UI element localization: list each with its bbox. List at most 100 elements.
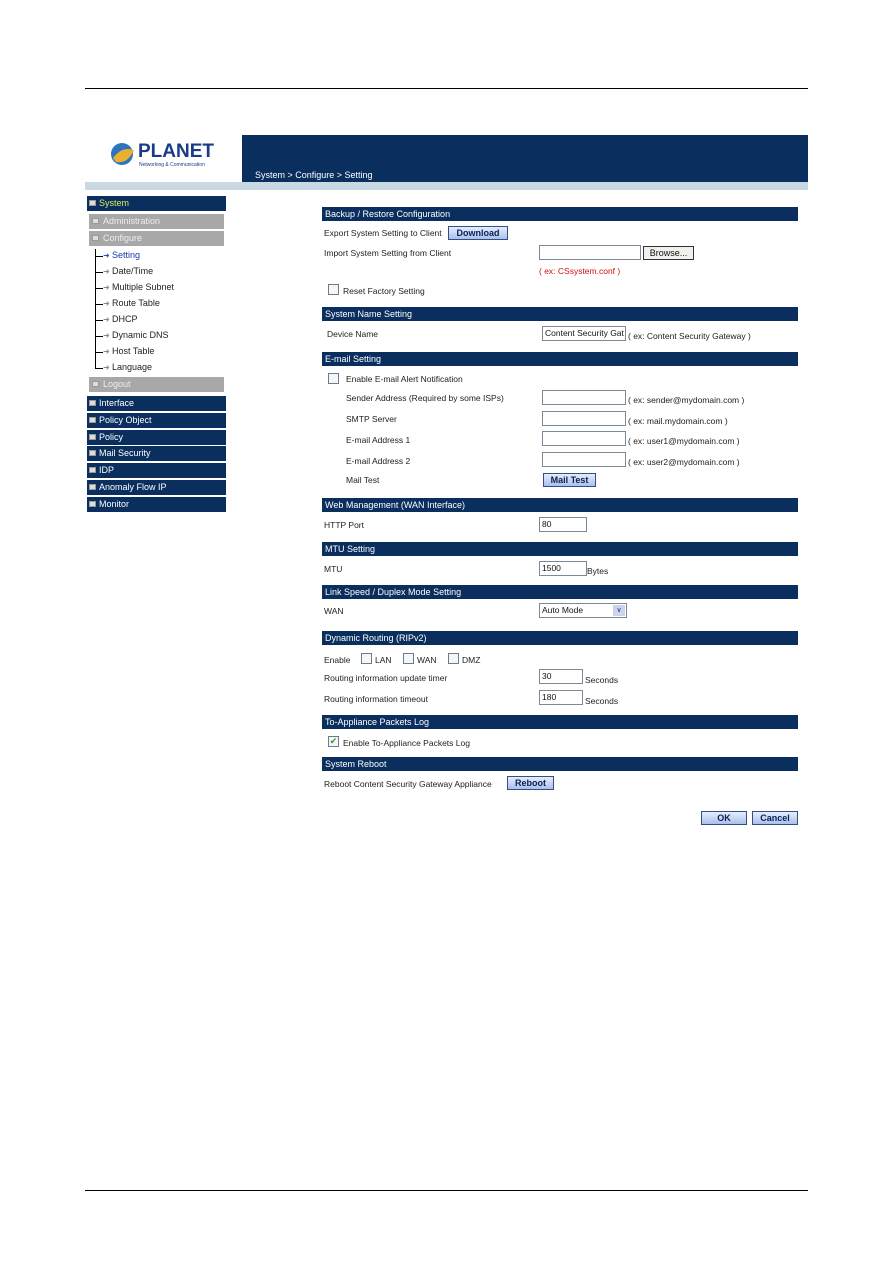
rip-wan-label: WAN	[417, 655, 437, 665]
logo-tagline: Networking & Communication	[139, 162, 205, 168]
sidebar-label: Monitor	[99, 498, 130, 509]
import-file-input[interactable]	[539, 245, 641, 260]
cancel-button[interactable]: Cancel	[752, 811, 798, 825]
sidebar-subitem-dhcp[interactable]: DHCP	[112, 314, 138, 324]
sidebar-label: Policy Object	[99, 414, 152, 425]
sidebar-item-policy[interactable]: Policy	[87, 429, 226, 445]
addr1-input[interactable]	[542, 431, 626, 446]
sidebar-label: Logout	[103, 379, 131, 389]
header-strip	[85, 182, 808, 190]
arrow-icon: ➜	[103, 315, 110, 324]
addr1-label: E-mail Address 1	[346, 435, 411, 445]
sidebar-subitem-host-table[interactable]: Host Table	[112, 346, 154, 356]
sidebar-label: Administration	[103, 216, 161, 226]
sender-label: Sender Address (Required by some ISPs)	[346, 393, 504, 403]
sidebar-subitem-multiple-subnet[interactable]: Multiple Subnet	[112, 282, 174, 292]
browse-button[interactable]: Browse...	[643, 246, 694, 260]
rip-enable-label: Enable	[324, 655, 351, 665]
packets-log-label: Enable To-Appliance Packets Log	[343, 738, 470, 748]
sidebar-item-monitor[interactable]: Monitor	[87, 496, 226, 512]
tree-branch	[95, 256, 103, 257]
collapse-icon	[92, 235, 99, 241]
page-top-rule	[85, 88, 808, 89]
smtp-input[interactable]	[542, 411, 626, 426]
update-timer-unit: Seconds	[585, 675, 619, 685]
sidebar-subitem-language[interactable]: Language	[112, 362, 152, 372]
sidebar-item-interface[interactable]: Interface	[87, 396, 226, 411]
section-backup: Backup / Restore Configuration	[322, 207, 798, 221]
timeout-label: Routing information timeout	[324, 694, 428, 704]
sidebar-item-idp[interactable]: IDP	[87, 463, 226, 479]
rip-lan-label: LAN	[375, 655, 392, 665]
http-port-input[interactable]: 80	[539, 517, 587, 532]
rip-wan-checkbox[interactable]	[403, 653, 414, 664]
addr2-label: E-mail Address 2	[346, 456, 411, 466]
mail-test-button[interactable]: Mail Test	[543, 473, 596, 487]
section-link-speed: Link Speed / Duplex Mode Setting	[322, 585, 798, 599]
sidebar-item-anomaly-flow-ip[interactable]: Anomaly Flow IP	[87, 480, 226, 495]
sender-input[interactable]	[542, 390, 626, 405]
smtp-label: SMTP Server	[346, 414, 397, 424]
ok-button[interactable]: OK	[701, 811, 747, 825]
addr2-hint: ( ex: user2@mydomain.com )	[628, 457, 740, 467]
expand-icon	[89, 400, 96, 406]
wan-label: WAN	[324, 606, 344, 616]
sidebar-subitem-route-table[interactable]: Route Table	[112, 298, 160, 308]
sidebar-item-policy-object[interactable]: Policy Object	[87, 412, 226, 428]
logo-text: PLANET	[138, 141, 214, 162]
mtu-unit: Bytes	[587, 566, 609, 576]
sidebar-subitem-setting[interactable]: Setting	[112, 250, 140, 260]
expand-icon	[89, 500, 96, 507]
update-timer-input[interactable]: 30	[539, 669, 583, 684]
tree-branch	[95, 304, 103, 305]
wan-mode-select[interactable]: Auto Mode ∨	[539, 603, 627, 618]
section-web-management: Web Management (WAN Interface)	[322, 498, 798, 512]
sidebar-label: Interface	[99, 398, 135, 408]
expand-icon	[92, 218, 99, 224]
reboot-button[interactable]: Reboot	[507, 776, 554, 790]
sidebar-label: System	[99, 198, 130, 208]
sidebar-item-mail-security[interactable]: Mail Security	[87, 446, 226, 462]
section-system-reboot: System Reboot	[322, 757, 798, 771]
sidebar-label: Anomaly Flow IP	[99, 482, 167, 492]
expand-icon	[89, 467, 96, 474]
enable-email-label: Enable E-mail Alert Notification	[346, 374, 463, 384]
tree-line	[95, 249, 96, 369]
tree-branch	[95, 336, 103, 337]
expand-icon	[89, 484, 96, 490]
reset-factory-checkbox[interactable]	[328, 284, 339, 295]
mail-test-label: Mail Test	[346, 475, 380, 485]
device-name-label: Device Name	[327, 329, 379, 339]
tree-branch	[95, 272, 103, 273]
arrow-icon: ➜	[103, 363, 110, 372]
page-bottom-rule	[85, 1190, 808, 1191]
http-port-label: HTTP Port	[324, 520, 364, 530]
addr2-input[interactable]	[542, 452, 626, 467]
update-timer-label: Routing information update timer	[324, 673, 448, 683]
section-email: E-mail Setting	[322, 352, 798, 366]
sidebar-item-logout[interactable]: Logout	[89, 377, 224, 392]
sidebar-subitem-date-time[interactable]: Date/Time	[112, 266, 153, 276]
import-hint: ( ex: CSsystem.conf )	[539, 266, 621, 276]
arrow-icon: ➜	[103, 283, 110, 292]
import-label: Import System Setting from Client	[324, 248, 452, 258]
enable-email-checkbox[interactable]	[328, 373, 339, 384]
sidebar-label: Policy	[99, 431, 124, 442]
rip-dmz-label: DMZ	[462, 655, 481, 665]
device-name-input[interactable]: Content Security Gat	[542, 326, 626, 341]
sidebar-item-administration[interactable]: Administration	[89, 214, 224, 229]
timeout-input[interactable]: 180	[539, 690, 583, 705]
rip-lan-checkbox[interactable]	[361, 653, 372, 664]
sidebar-subitem-dynamic-dns[interactable]: Dynamic DNS	[112, 330, 169, 340]
tree-branch	[95, 368, 103, 369]
mtu-input[interactable]: 1500	[539, 561, 587, 576]
addr1-hint: ( ex: user1@mydomain.com )	[628, 436, 740, 446]
chevron-down-icon[interactable]: ∨	[613, 605, 625, 616]
rip-dmz-checkbox[interactable]	[448, 653, 459, 664]
arrow-icon: ➜	[103, 251, 110, 260]
packets-log-checkbox[interactable]: ✔	[328, 736, 339, 747]
download-button[interactable]: Download	[448, 226, 508, 240]
sidebar-item-system[interactable]: System	[87, 196, 226, 211]
device-name-hint: ( ex: Content Security Gateway )	[628, 331, 751, 341]
sidebar-item-configure[interactable]: Configure	[89, 231, 224, 246]
